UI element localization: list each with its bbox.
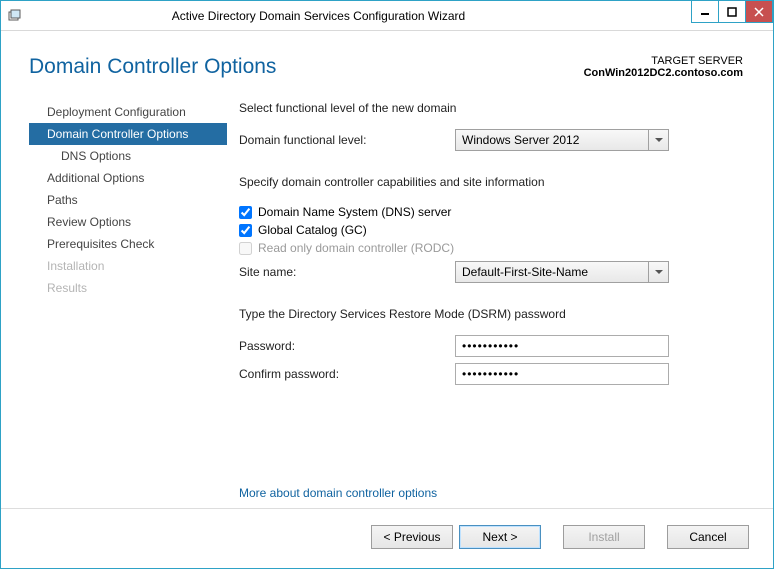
site-name-label: Site name: [239,265,455,279]
sidebar-item-dns-options[interactable]: DNS Options [29,145,227,167]
gc-checkbox-label: Global Catalog (GC) [258,223,367,237]
sidebar-item-review[interactable]: Review Options [29,211,227,233]
functional-level-label: Domain functional level: [239,133,455,147]
functional-level-value: Windows Server 2012 [456,130,648,150]
window-title: Active Directory Domain Services Configu… [0,9,692,23]
functional-section-text: Select functional level of the new domai… [239,101,743,115]
rodc-checkbox-row: Read only domain controller (RODC) [239,241,743,255]
functional-level-row: Domain functional level: Windows Server … [239,129,743,151]
password-row: Password: [239,335,743,357]
sidebar-item-deployment[interactable]: Deployment Configuration [29,101,227,123]
confirm-password-label: Confirm password: [239,367,455,381]
caps-section-text: Specify domain controller capabilities a… [239,175,743,189]
body-row: Deployment Configuration Domain Controll… [29,101,743,508]
header-row: Domain Controller Options TARGET SERVER … [29,55,743,79]
sidebar-item-paths[interactable]: Paths [29,189,227,211]
dsrm-section-text: Type the Directory Services Restore Mode… [239,307,743,321]
next-button[interactable]: Next > [459,525,541,549]
gc-checkbox[interactable] [239,224,252,237]
target-label: TARGET SERVER [584,55,743,67]
sidebar-item-results: Results [29,277,227,299]
install-button: Install [563,525,645,549]
cancel-button[interactable]: Cancel [667,525,749,549]
target-server: TARGET SERVER ConWin2012DC2.contoso.com [584,55,743,79]
password-input[interactable] [455,335,669,357]
dns-checkbox-label: Domain Name System (DNS) server [258,205,451,219]
main-panel: Select functional level of the new domai… [227,101,743,508]
maximize-button[interactable] [718,1,746,23]
footer: < Previous Next > Install Cancel [1,508,773,554]
sidebar: Deployment Configuration Domain Controll… [29,101,227,508]
site-name-value: Default-First-Site-Name [456,262,648,282]
gc-checkbox-row: Global Catalog (GC) [239,223,743,237]
dns-checkbox[interactable] [239,206,252,219]
site-name-row: Site name: Default-First-Site-Name [239,261,743,283]
sidebar-item-dc-options[interactable]: Domain Controller Options [29,123,227,145]
rodc-checkbox-label: Read only domain controller (RODC) [258,241,454,255]
confirm-password-row: Confirm password: [239,363,743,385]
titlebar: Active Directory Domain Services Configu… [1,1,773,31]
window-controls [692,1,773,30]
target-value: ConWin2012DC2.contoso.com [584,67,743,79]
sidebar-item-prereq[interactable]: Prerequisites Check [29,233,227,255]
more-link[interactable]: More about domain controller options [239,486,743,500]
dns-checkbox-row: Domain Name System (DNS) server [239,205,743,219]
site-name-dropdown[interactable]: Default-First-Site-Name [455,261,669,283]
sidebar-item-additional[interactable]: Additional Options [29,167,227,189]
page-title: Domain Controller Options [29,55,276,79]
content-area: Domain Controller Options TARGET SERVER … [1,31,773,568]
chevron-down-icon [648,262,668,282]
wizard-window: Active Directory Domain Services Configu… [0,0,774,569]
functional-level-dropdown[interactable]: Windows Server 2012 [455,129,669,151]
chevron-down-icon [648,130,668,150]
sidebar-item-installation: Installation [29,255,227,277]
minimize-button[interactable] [691,1,719,23]
previous-button[interactable]: < Previous [371,525,453,549]
close-button[interactable] [745,1,773,23]
rodc-checkbox [239,242,252,255]
confirm-password-input[interactable] [455,363,669,385]
password-label: Password: [239,339,455,353]
